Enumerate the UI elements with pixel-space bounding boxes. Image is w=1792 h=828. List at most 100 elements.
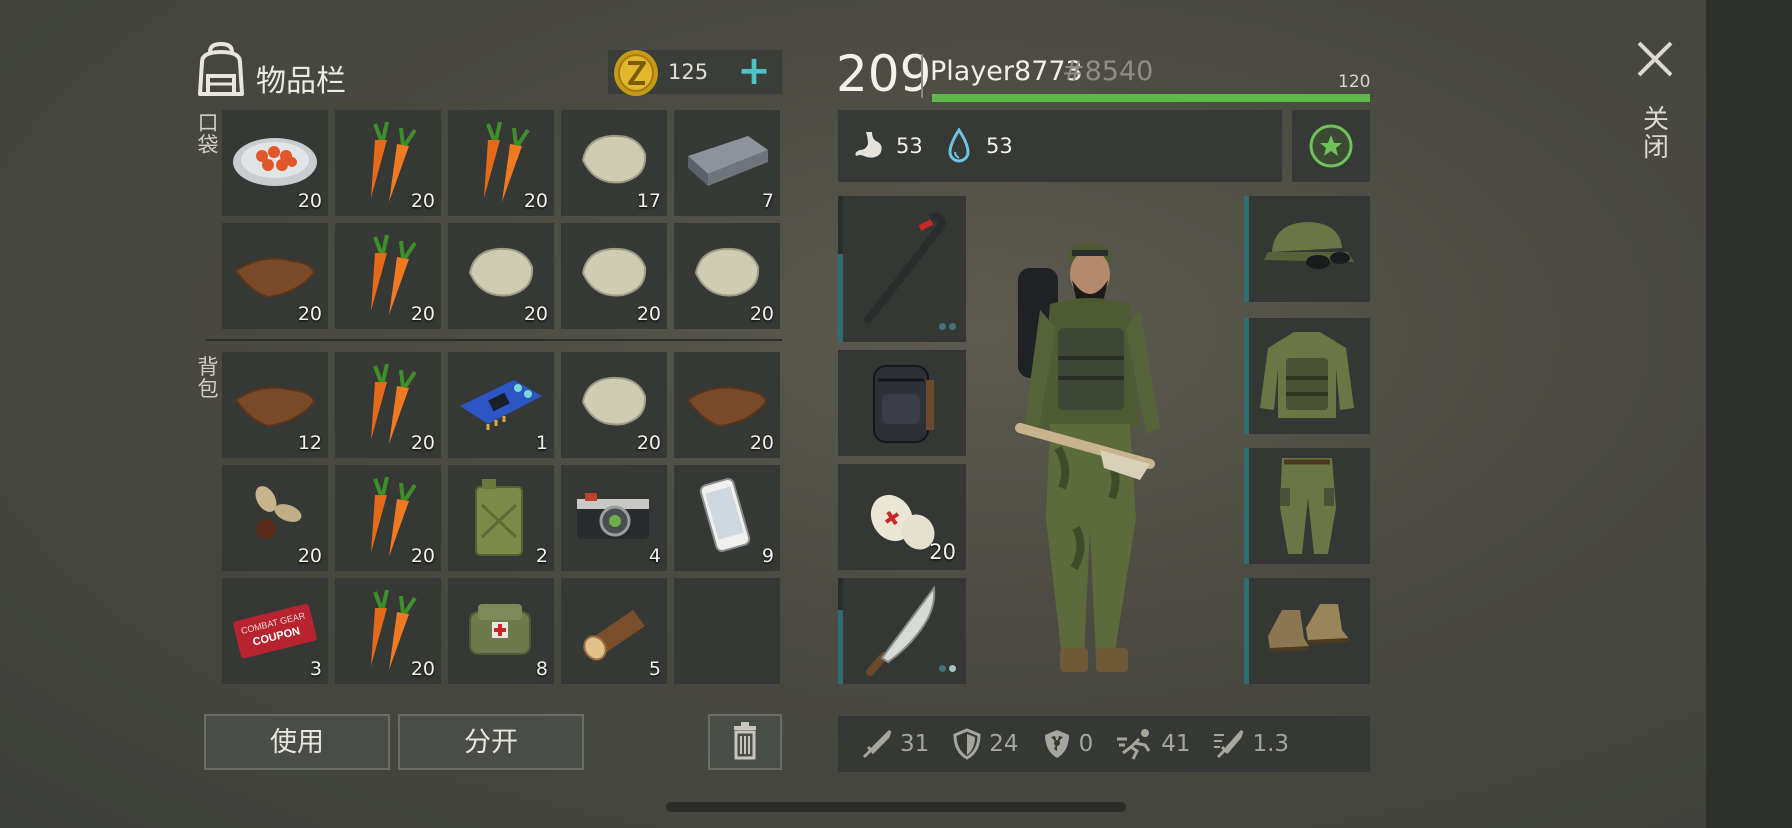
inventory-slot[interactable]: 20: [561, 352, 667, 458]
pocket-label: 口袋: [197, 111, 219, 157]
star-badge-icon: [1309, 124, 1353, 168]
stat-defense: 24: [951, 727, 1019, 761]
inventory-slot-empty[interactable]: [674, 578, 780, 684]
inventory-slot[interactable]: 7: [674, 110, 780, 216]
melee-slot[interactable]: [838, 578, 966, 684]
item-count: 20: [749, 432, 774, 454]
inventory-slot[interactable]: 20: [335, 578, 441, 684]
inventory-slot[interactable]: 20: [561, 223, 667, 329]
stat-value: 31: [900, 731, 930, 757]
item-count: 20: [297, 545, 322, 567]
consumable-slot[interactable]: 20: [838, 464, 966, 570]
stat-radiation: 0: [1041, 727, 1094, 761]
backpack-label: 背包: [197, 355, 219, 401]
inventory-slot[interactable]: 20: [335, 465, 441, 571]
hunger-value: 53: [896, 134, 923, 158]
perks-button[interactable]: [1292, 110, 1370, 182]
inventory-slot[interactable]: 20: [448, 223, 554, 329]
thirst-value: 53: [986, 134, 1013, 158]
inventory-slot[interactable]: 17: [561, 110, 667, 216]
torso-slot[interactable]: [1244, 318, 1370, 434]
weapon-slot[interactable]: [838, 196, 966, 342]
item-count: 20: [636, 432, 661, 454]
inventory-slot[interactable]: 20: [222, 223, 328, 329]
inventory-slot[interactable]: 1: [448, 352, 554, 458]
add-coins-button[interactable]: +: [736, 51, 772, 91]
running-icon: [1117, 729, 1151, 760]
inventory-slot[interactable]: COMBAT GEAR COUPON 3: [222, 578, 328, 684]
radiation-shield-icon: [1044, 730, 1069, 758]
trash-button[interactable]: [708, 714, 782, 770]
stats-bar: 31 24 0 41 1.3: [838, 716, 1370, 772]
camo-cap-icon: [1264, 222, 1354, 269]
item-count: 20: [297, 190, 322, 212]
item-count: 20: [523, 303, 548, 325]
item-count: 20: [297, 303, 322, 325]
player-tag: #8540: [1062, 56, 1154, 87]
inventory-slot[interactable]: 20: [335, 352, 441, 458]
stat-attack-speed: 1.3: [1212, 727, 1289, 761]
head-slot[interactable]: [1244, 196, 1370, 302]
use-button[interactable]: 使用: [204, 714, 390, 770]
stat-value: 41: [1161, 731, 1191, 757]
inventory-slot[interactable]: 20: [335, 110, 441, 216]
stomach-icon: [855, 132, 882, 158]
shield-icon: [953, 728, 981, 760]
item-count: 20: [523, 190, 548, 212]
inventory-slot[interactable]: 8: [448, 578, 554, 684]
backpack-icon: [198, 42, 244, 96]
feet-slot[interactable]: [1244, 578, 1370, 684]
item-count: 5: [648, 658, 661, 680]
inventory-slot[interactable]: 20: [222, 465, 328, 571]
inventory-slot[interactable]: 2: [448, 465, 554, 571]
item-count: 20: [410, 658, 435, 680]
backpack-grid: 12 20 1 20 20 20 20 2 4 9 COMBAT GEAR CO…: [222, 352, 780, 684]
inventory-title: 物品栏: [256, 64, 346, 99]
pocket-grid: 20 20 20 17 7 20 20 20 20 20: [222, 110, 780, 329]
inventory-slot[interactable]: 20: [222, 110, 328, 216]
item-count: 9: [761, 545, 774, 567]
side-strip: [1706, 0, 1792, 828]
coin-amount: 125: [668, 60, 709, 84]
split-button[interactable]: 分开: [398, 714, 584, 770]
home-indicator: [666, 802, 1126, 812]
close-icon[interactable]: [1636, 40, 1674, 78]
stat-value: 1.3: [1252, 731, 1290, 757]
character-model: [1015, 242, 1160, 672]
item-count: 3: [309, 658, 322, 680]
inventory-slot[interactable]: 20: [674, 352, 780, 458]
item-count: 20: [749, 303, 774, 325]
player-name: Player8773: [930, 56, 1083, 87]
water-drop-icon: [948, 128, 970, 163]
item-count: 1: [535, 432, 548, 454]
item-count: 4: [648, 545, 661, 567]
item-count: 7: [761, 190, 774, 212]
inventory-slot[interactable]: 20: [335, 223, 441, 329]
inventory-slot[interactable]: 12: [222, 352, 328, 458]
inventory-slot[interactable]: 20: [674, 223, 780, 329]
item-count: 20: [410, 303, 435, 325]
item-count: 12: [297, 432, 322, 454]
stat-damage: 31: [860, 727, 929, 761]
inventory-slot[interactable]: 20: [448, 110, 554, 216]
section-divider: [206, 339, 782, 341]
inventory-slot[interactable]: 5: [561, 578, 667, 684]
inventory-slot[interactable]: 4: [561, 465, 667, 571]
close-label[interactable]: 关闭: [1642, 106, 1670, 162]
stat-value: 0: [1078, 731, 1094, 757]
xp-bar-fill: [932, 94, 1370, 102]
boots-icon: [1268, 604, 1351, 652]
inventory-slot[interactable]: 9: [674, 465, 780, 571]
item-count: 8: [535, 658, 548, 680]
tactical-backpack-icon: [873, 365, 934, 443]
camo-vest-icon: [1260, 332, 1354, 418]
stat-value: 24: [989, 731, 1019, 757]
item-count: 20: [410, 545, 435, 567]
item-count: 2: [535, 545, 548, 567]
legs-slot[interactable]: [1244, 448, 1370, 564]
name-divider: [921, 54, 923, 98]
stat-speed: 41: [1115, 727, 1190, 761]
player-level: 209: [836, 45, 932, 103]
backpack-slot[interactable]: [838, 350, 966, 456]
sword-icon: [862, 729, 892, 759]
